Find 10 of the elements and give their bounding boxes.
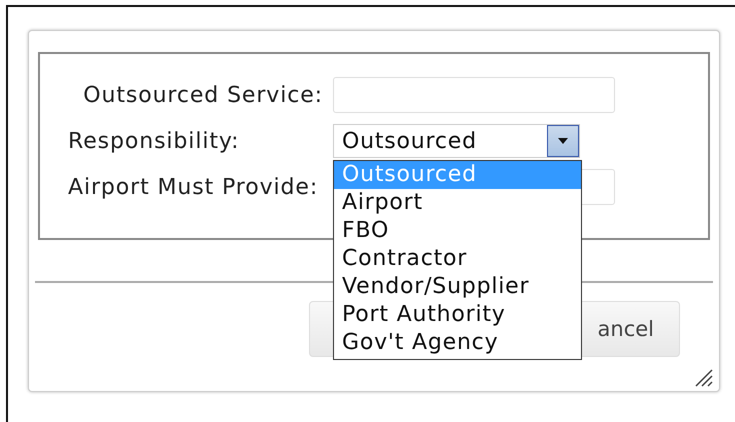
input-field[interactable] bbox=[333, 77, 615, 113]
field-label: Airport Must Provide: bbox=[68, 174, 320, 200]
dropdown-option[interactable]: Vendor/Supplier bbox=[334, 273, 581, 301]
dropdown-option[interactable]: Airport bbox=[334, 189, 581, 217]
dropdown-option[interactable]: FBO bbox=[334, 217, 581, 245]
resize-grip-icon[interactable] bbox=[693, 367, 713, 387]
dropdown-option[interactable]: Contractor bbox=[334, 245, 581, 273]
field-label: Outsourced Service: bbox=[82, 82, 323, 108]
dropdown-field[interactable]: Outsourced bbox=[333, 124, 580, 158]
field-label: Responsibility: bbox=[68, 128, 240, 154]
